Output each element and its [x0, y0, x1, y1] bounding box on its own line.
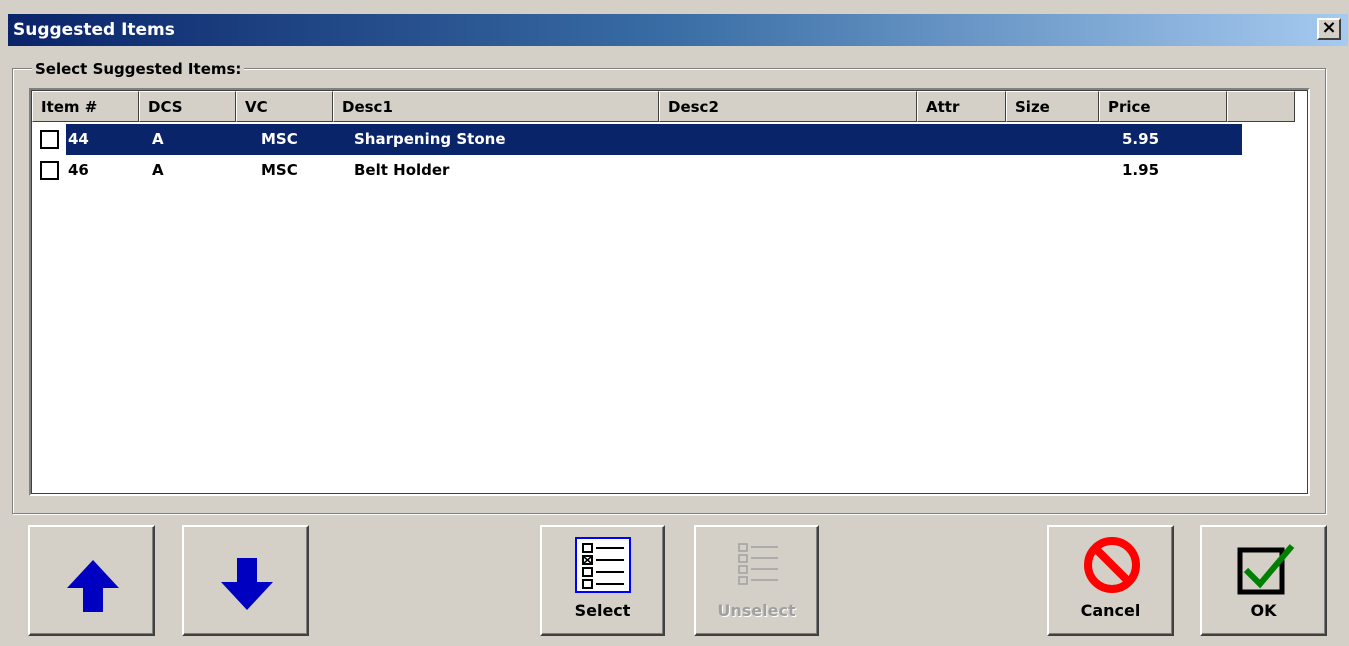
unselect-label: Unselect: [717, 601, 796, 620]
table-row[interactable]: 44 A MSC Sharpening Stone 5.95: [32, 124, 1272, 155]
row-checkbox[interactable]: [40, 161, 59, 180]
no-entry-icon: [1084, 537, 1140, 593]
window-title: Suggested Items: [13, 20, 175, 40]
arrow-up-icon: [67, 560, 119, 612]
unselect-button[interactable]: Unselect: [694, 525, 819, 636]
column-header-attr[interactable]: Attr: [917, 91, 1006, 122]
title-bar[interactable]: Suggested Items ×: [8, 14, 1348, 46]
column-header-size[interactable]: Size: [1006, 91, 1099, 122]
list-header: Item # DCS VC Desc1 Desc2 Attr Size Pric…: [32, 91, 1295, 122]
select-label: Select: [574, 601, 631, 620]
checkmark-box-icon: [1237, 544, 1295, 595]
column-header-item[interactable]: Item #: [32, 91, 139, 122]
column-header-dcs[interactable]: DCS: [139, 91, 236, 122]
cell-vc: MSC: [261, 130, 298, 148]
cancel-button[interactable]: Cancel: [1047, 525, 1174, 636]
cell-vc: MSC: [261, 161, 298, 179]
move-down-button[interactable]: [182, 525, 309, 636]
column-header-price[interactable]: Price: [1099, 91, 1227, 122]
cell-dcs: A: [152, 161, 164, 179]
checklist-icon: [738, 543, 778, 585]
suggested-items-dialog: Suggested Items × Select Suggested Items…: [8, 14, 1348, 644]
cell-item: 44: [68, 130, 89, 148]
cell-item: 46: [68, 161, 89, 179]
table-row[interactable]: 46 A MSC Belt Holder 1.95: [32, 155, 1272, 186]
column-header-desc1[interactable]: Desc1: [333, 91, 659, 122]
column-header-filler: [1227, 91, 1295, 122]
list-rows: 44 A MSC Sharpening Stone 5.95 46 A MSC …: [32, 124, 1272, 186]
group-label: Select Suggested Items:: [32, 60, 245, 78]
arrow-down-icon: [221, 558, 273, 610]
select-button[interactable]: Select: [540, 525, 665, 636]
checklist-icon: [575, 537, 631, 593]
row-checkbox[interactable]: [40, 130, 59, 149]
cell-desc1: Belt Holder: [354, 161, 450, 179]
cancel-label: Cancel: [1080, 601, 1141, 620]
cell-dcs: A: [152, 130, 164, 148]
column-header-vc[interactable]: VC: [236, 91, 333, 122]
ok-button[interactable]: OK: [1200, 525, 1327, 636]
ok-label: OK: [1250, 601, 1277, 620]
column-header-desc2[interactable]: Desc2: [659, 91, 917, 122]
close-button[interactable]: ×: [1317, 18, 1341, 40]
cell-desc1: Sharpening Stone: [354, 130, 506, 148]
move-up-button[interactable]: [28, 525, 155, 636]
cell-price: 1.95: [1122, 161, 1160, 179]
items-list[interactable]: Item # DCS VC Desc1 Desc2 Attr Size Pric…: [29, 88, 1310, 496]
cell-price: 5.95: [1122, 130, 1160, 148]
selection-highlight: [66, 124, 1242, 155]
